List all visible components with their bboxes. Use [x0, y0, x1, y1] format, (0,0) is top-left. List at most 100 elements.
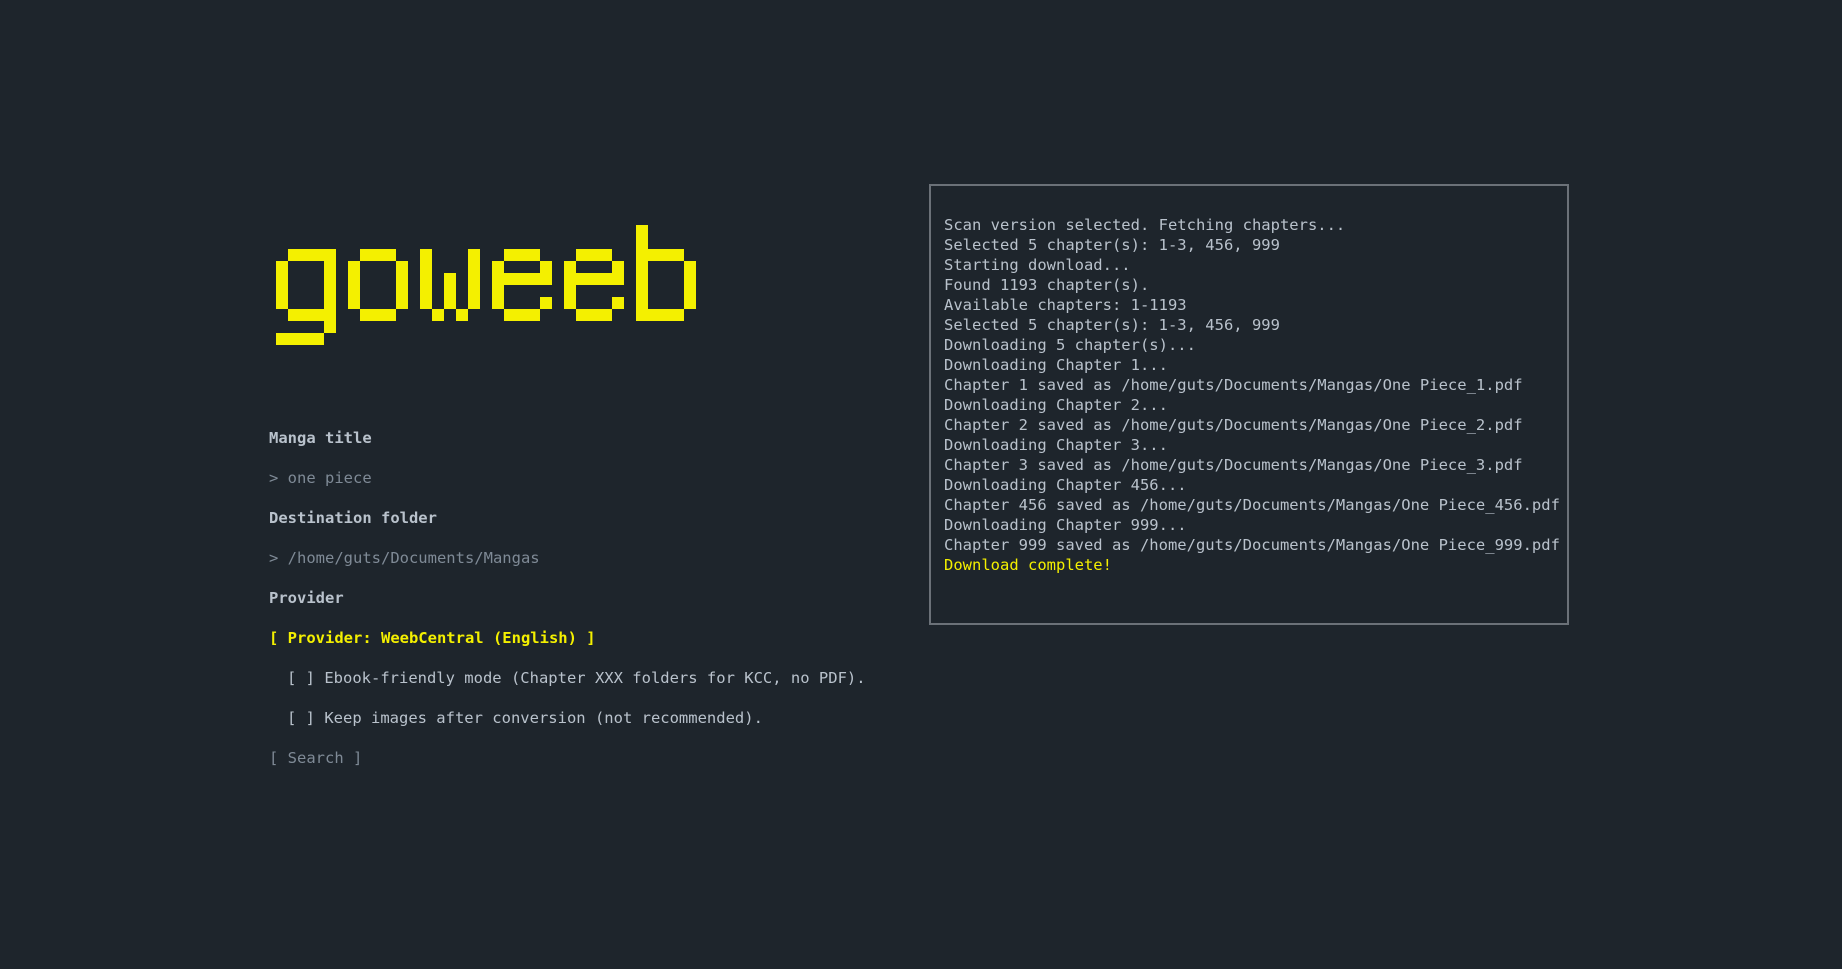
- logo-pixel: [588, 309, 600, 321]
- logo-pixel: [468, 273, 480, 285]
- logo-pixel: [372, 309, 384, 321]
- destination-folder-input[interactable]: > /home/guts/Documents/Mangas: [269, 546, 540, 570]
- logo-pixel: [612, 273, 624, 285]
- logo-pixel: [612, 261, 624, 273]
- logo-pixel: [528, 273, 540, 285]
- app-name: goweeb: [276, 225, 312, 236]
- log-line: Chapter 999 saved as /home/guts/Document…: [944, 536, 1560, 554]
- log-line: Chapter 2 saved as /home/guts/Documents/…: [944, 416, 1523, 434]
- logo-pixel: [324, 309, 336, 321]
- logo-pixel: [276, 285, 288, 297]
- logo-pixel: [636, 285, 648, 297]
- logo-pixel: [396, 261, 408, 273]
- logo-pixel: [636, 309, 648, 321]
- logo-pixel: [324, 261, 336, 273]
- logo-pixel: [576, 309, 588, 321]
- logo-pixel: [528, 249, 540, 261]
- ebook-mode-checkbox[interactable]: [ ] Ebook-friendly mode (Chapter XXX fol…: [287, 666, 866, 690]
- logo-pixel: [492, 297, 504, 309]
- logo-pixel: [348, 273, 360, 285]
- logo-pixel: [492, 285, 504, 297]
- logo-pixel: [312, 333, 324, 345]
- logo-pixel: [384, 249, 396, 261]
- logo-pixel: [300, 249, 312, 261]
- provider-select[interactable]: [ Provider: WeebCentral (English) ]: [269, 626, 596, 650]
- logo-pixel: [600, 249, 612, 261]
- logo-pixel: [420, 297, 432, 309]
- logo-pixel: [564, 297, 576, 309]
- logo-pixel: [324, 273, 336, 285]
- logo-pixel: [564, 261, 576, 273]
- log-line: Selected 5 chapter(s): 1-3, 456, 999: [944, 236, 1280, 254]
- logo-pixel: [576, 273, 588, 285]
- logo-pixel: [600, 309, 612, 321]
- logo-pixel: [576, 249, 588, 261]
- logo-pixel: [648, 249, 660, 261]
- log-line: Chapter 3 saved as /home/guts/Documents/…: [944, 456, 1523, 474]
- logo-pixel: [492, 273, 504, 285]
- download-log-panel[interactable]: Scan version selected. Fetching chapters…: [929, 184, 1569, 625]
- logo-pixel-art: [276, 225, 696, 345]
- logo-pixel: [276, 333, 288, 345]
- logo-pixel: [468, 249, 480, 261]
- logo-pixel: [684, 297, 696, 309]
- logo-pixel: [312, 309, 324, 321]
- logo-pixel: [504, 249, 516, 261]
- log-line: Downloading Chapter 3...: [944, 436, 1168, 454]
- log-line: Chapter 1 saved as /home/guts/Documents/…: [944, 376, 1523, 394]
- logo-pixel: [276, 297, 288, 309]
- logo-pixel: [420, 249, 432, 261]
- logo-pixel: [444, 297, 456, 309]
- log-line: Downloading Chapter 1...: [944, 356, 1168, 374]
- logo-pixel: [600, 273, 612, 285]
- logo-pixel: [492, 261, 504, 273]
- log-line: Starting download...: [944, 256, 1131, 274]
- logo-pixel: [384, 309, 396, 321]
- logo-pixel: [348, 261, 360, 273]
- logo-pixel: [540, 261, 552, 273]
- logo-pixel: [540, 273, 552, 285]
- search-button[interactable]: [ Search ]: [269, 746, 362, 770]
- logo-pixel: [636, 249, 648, 261]
- logo-pixel: [324, 249, 336, 261]
- logo-pixel: [636, 273, 648, 285]
- log-line: Selected 5 chapter(s): 1-3, 456, 999: [944, 316, 1280, 334]
- logo-pixel: [300, 309, 312, 321]
- logo-pixel: [588, 273, 600, 285]
- log-line: Chapter 456 saved as /home/guts/Document…: [944, 496, 1560, 514]
- logo-pixel: [396, 297, 408, 309]
- provider-label: Provider: [269, 589, 344, 607]
- logo-pixel: [648, 309, 660, 321]
- logo-pixel: [468, 297, 480, 309]
- keep-images-checkbox[interactable]: [ ] Keep images after conversion (not re…: [287, 706, 763, 730]
- logo-pixel: [504, 273, 516, 285]
- logo-pixel: [684, 261, 696, 273]
- log-line: Downloading Chapter 2...: [944, 396, 1168, 414]
- logo-pixel: [324, 297, 336, 309]
- log-line: Downloading 5 chapter(s)...: [944, 336, 1196, 354]
- logo-pixel: [360, 309, 372, 321]
- logo-pixel: [444, 273, 456, 285]
- logo-pixel: [684, 273, 696, 285]
- logo-pixel: [420, 285, 432, 297]
- logo-pixel: [348, 285, 360, 297]
- logo-pixel: [468, 261, 480, 273]
- logo-pixel: [420, 273, 432, 285]
- log-line: Found 1193 chapter(s).: [944, 276, 1150, 294]
- manga-title-label: Manga title: [269, 429, 372, 447]
- logo-pixel: [504, 309, 516, 321]
- logo-pixel: [468, 285, 480, 297]
- logo-pixel: [444, 285, 456, 297]
- logo-pixel: [396, 273, 408, 285]
- logo-pixel: [636, 297, 648, 309]
- logo-pixel: [660, 309, 672, 321]
- app-logo: goweeb: [276, 225, 804, 375]
- log-line: Available chapters: 1-1193: [944, 296, 1187, 314]
- logo-pixel: [588, 249, 600, 261]
- manga-title-input[interactable]: > one piece: [269, 466, 372, 490]
- logo-pixel: [372, 249, 384, 261]
- logo-pixel: [516, 249, 528, 261]
- logo-pixel: [564, 285, 576, 297]
- log-line: Downloading Chapter 999...: [944, 516, 1187, 534]
- logo-pixel: [684, 285, 696, 297]
